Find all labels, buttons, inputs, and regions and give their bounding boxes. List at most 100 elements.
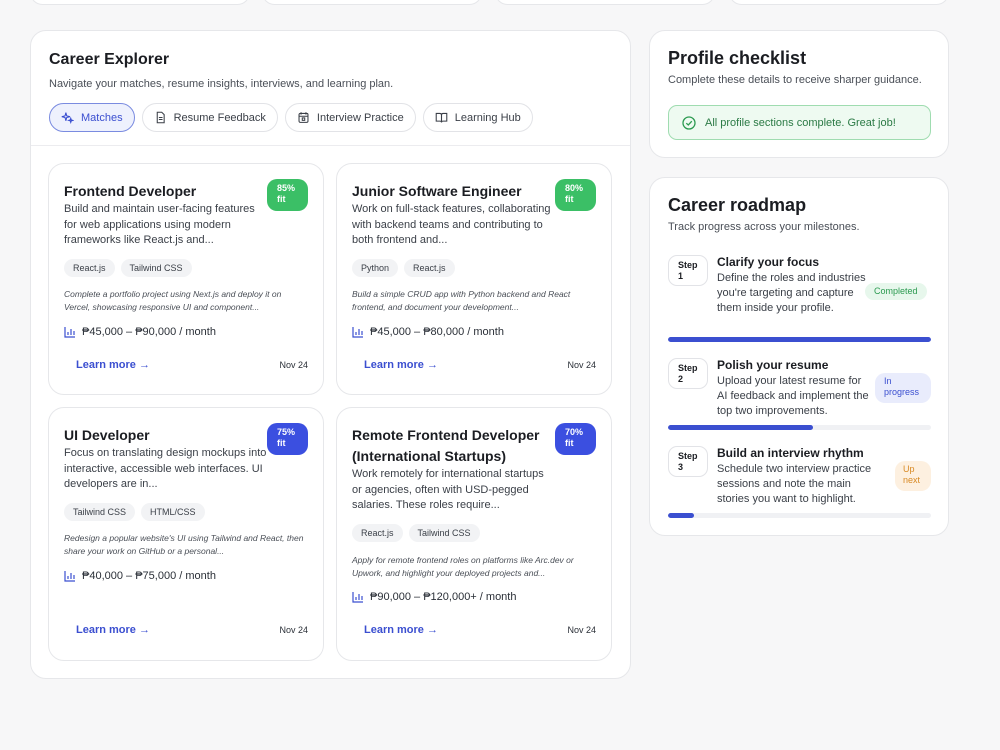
- job-card-junior-software-engineer[interactable]: Junior Software Engineer 80% fit Work on …: [336, 163, 612, 395]
- arrow-right-icon: →: [426, 624, 438, 636]
- job-date: Nov 24: [567, 360, 596, 370]
- status-badge: In progress: [875, 373, 931, 403]
- calendar-icon: [298, 112, 309, 123]
- roadmap-title: Career roadmap: [668, 195, 807, 215]
- arrow-right-icon: →: [138, 624, 150, 636]
- skill-tag: React.js: [404, 259, 455, 277]
- skill-tag: Tailwind CSS: [120, 259, 192, 277]
- job-tags: Tailwind CSS HTML/CSS: [64, 503, 205, 521]
- progress-bar: [668, 513, 931, 518]
- roadmap-step[interactable]: Step 1 Clarify your focus Define the role…: [668, 255, 931, 345]
- job-tags: Python React.js: [352, 259, 455, 277]
- arrow-right-icon: →: [138, 359, 150, 371]
- tab-label: Interview Practice: [316, 111, 404, 124]
- bar-chart-icon: [64, 327, 75, 338]
- profile-checklist-card: Profile checklist Complete these details…: [649, 30, 949, 158]
- job-date: Nov 24: [279, 360, 308, 370]
- salary-range: ₱40,000 – ₱75,000 / month: [64, 570, 216, 582]
- progress-bar: [668, 425, 931, 430]
- checklist-subtitle: Complete these details to receive sharpe…: [668, 74, 922, 86]
- skill-tag: React.js: [352, 524, 403, 542]
- arrow-right-icon: →: [426, 359, 438, 371]
- job-card-ui-developer[interactable]: UI Developer 75% fit Focus on translating…: [48, 407, 324, 661]
- progress-fill: [668, 337, 931, 342]
- job-title: Frontend Developer: [64, 183, 197, 199]
- roadmap-step[interactable]: Step 3 Build an interview rhythm Schedule…: [668, 446, 931, 521]
- job-date: Nov 24: [279, 625, 308, 635]
- job-suggestion: Complete a portfolio project using Next.…: [64, 289, 282, 312]
- progress-fill: [668, 513, 695, 518]
- tab-label: Resume Feedback: [173, 111, 266, 124]
- step-title: Clarify your focus: [717, 255, 820, 269]
- fit-badge: 80% fit: [555, 179, 596, 211]
- status-badge: Up next: [895, 461, 931, 491]
- explorer-tabs: Matches Resume Feedback Interview Practi…: [49, 103, 612, 132]
- fit-badge: 70% fit: [555, 423, 596, 455]
- job-card-remote-frontend-developer[interactable]: Remote Frontend Developer (International…: [336, 407, 612, 661]
- roadmap-step[interactable]: Step 2 Polish your resume Upload your lat…: [668, 358, 931, 433]
- checklist-status: All profile sections complete. Great job…: [668, 105, 931, 140]
- tab-label: Learning Hub: [454, 111, 521, 124]
- explorer-title: Career Explorer: [49, 51, 170, 68]
- skill-tag: React.js: [64, 259, 115, 277]
- job-description: Work remotely for international startups…: [352, 468, 544, 511]
- roadmap-subtitle: Track progress across your milestones.: [668, 221, 860, 233]
- learn-more-link[interactable]: Learn more →: [76, 359, 150, 371]
- top-stat-card: [729, 0, 949, 5]
- fit-badge: 75% fit: [267, 423, 308, 455]
- learn-more-link[interactable]: Learn more →: [76, 624, 150, 636]
- learn-more-link[interactable]: Learn more →: [364, 624, 438, 636]
- job-description: Build and maintain user-facing features …: [64, 203, 255, 246]
- job-date: Nov 24: [567, 625, 596, 635]
- step-description: Upload your latest resume for AI feedbac…: [717, 375, 869, 418]
- document-icon: [156, 111, 165, 124]
- bar-chart-icon: [64, 571, 75, 582]
- bar-chart-icon: [352, 592, 363, 603]
- tab-resume-feedback[interactable]: Resume Feedback: [141, 103, 278, 132]
- job-suggestion: Apply for remote frontend roles on platf…: [352, 555, 574, 578]
- job-tags: React.js Tailwind CSS: [64, 259, 192, 277]
- top-stat-card: [262, 0, 482, 5]
- fit-badge: 85% fit: [267, 179, 308, 211]
- salary-range: ₱90,000 – ₱120,000+ / month: [352, 591, 516, 603]
- job-description: Focus on translating design mockups into…: [64, 447, 267, 490]
- bar-chart-icon: [352, 327, 363, 338]
- step-description: Schedule two interview practice sessions…: [717, 463, 872, 506]
- status-badge: Completed: [865, 283, 927, 300]
- step-badge: Step 3: [668, 446, 708, 477]
- salary-range: ₱45,000 – ₱80,000 / month: [352, 326, 504, 338]
- job-suggestion: Redesign a popular website's UI using Ta…: [64, 533, 304, 556]
- skill-tag: Tailwind CSS: [408, 524, 480, 542]
- step-description: Define the roles and industries you're t…: [717, 272, 866, 315]
- progress-fill: [668, 425, 813, 430]
- book-icon: [435, 112, 448, 123]
- progress-bar: [668, 337, 931, 342]
- tab-label: Matches: [81, 111, 123, 124]
- check-circle-icon: [682, 115, 696, 130]
- career-roadmap-card: Career roadmap Track progress across you…: [649, 177, 949, 536]
- tab-matches[interactable]: Matches: [49, 103, 135, 132]
- explorer-header: Career Explorer Navigate your matches, r…: [31, 31, 630, 146]
- career-explorer-panel: Career Explorer Navigate your matches, r…: [30, 30, 631, 679]
- top-stat-card: [495, 0, 715, 5]
- tab-learning-hub[interactable]: Learning Hub: [422, 103, 533, 132]
- sparkles-icon: [61, 112, 74, 124]
- job-tags: React.js Tailwind CSS: [352, 524, 480, 542]
- job-suggestion: Build a simple CRUD app with Python back…: [352, 289, 571, 312]
- skill-tag: Tailwind CSS: [64, 503, 136, 521]
- job-title: UI Developer: [64, 427, 150, 443]
- step-badge: Step 2: [668, 358, 708, 389]
- step-badge: Step 1: [668, 255, 708, 286]
- job-title: Junior Software Engineer: [352, 183, 522, 199]
- skill-tag: Python: [352, 259, 399, 277]
- step-title: Build an interview rhythm: [717, 446, 864, 460]
- skill-tag: HTML/CSS: [141, 503, 205, 521]
- job-card-frontend-developer[interactable]: Frontend Developer 85% fit Build and main…: [48, 163, 324, 395]
- tab-interview-practice[interactable]: Interview Practice: [284, 103, 416, 132]
- top-stat-card: [30, 0, 250, 5]
- learn-more-link[interactable]: Learn more →: [364, 359, 438, 371]
- salary-range: ₱45,000 – ₱90,000 / month: [64, 326, 216, 338]
- job-description: Work on full-stack features, collaborati…: [352, 203, 551, 246]
- checklist-title: Profile checklist: [668, 48, 807, 68]
- step-title: Polish your resume: [717, 358, 829, 372]
